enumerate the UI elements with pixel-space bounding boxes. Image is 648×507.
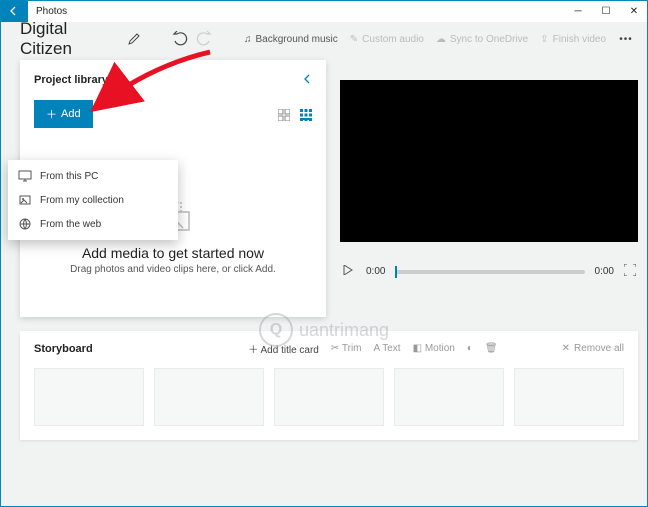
plus-icon: ＋ xyxy=(248,345,258,356)
menu-from-this-pc[interactable]: From this PC xyxy=(8,164,178,188)
view-large-button[interactable] xyxy=(278,108,290,120)
pencil-icon xyxy=(127,32,141,46)
add-menu: From this PC From my collection From the… xyxy=(8,160,178,240)
play-button[interactable] xyxy=(340,265,356,278)
trim-icon: ✂ xyxy=(331,343,339,354)
empty-title: Add media to get started now xyxy=(34,245,312,261)
audio-icon: ✎ xyxy=(350,34,358,45)
add-button[interactable]: ＋ Add xyxy=(34,100,93,128)
video-preview[interactable] xyxy=(340,80,638,242)
undo-button[interactable] xyxy=(170,28,190,50)
images-icon xyxy=(18,194,32,206)
add-label: Add xyxy=(61,108,81,120)
undo-icon xyxy=(172,31,188,47)
storyboard-slot[interactable] xyxy=(154,368,264,426)
project-title: Digital Citizen xyxy=(20,19,122,59)
more-button[interactable]: ••• xyxy=(616,28,636,50)
grid-2x2-icon xyxy=(278,109,290,121)
time-total: 0:00 xyxy=(595,266,614,277)
finish-video-button[interactable]: ⇪ Finish video xyxy=(534,34,612,45)
trash-icon: 🗑 xyxy=(485,343,498,354)
library-heading: Project library xyxy=(34,74,108,86)
play-icon xyxy=(343,265,353,275)
finish-label: Finish video xyxy=(553,34,606,45)
plus-icon: ＋ xyxy=(46,106,57,122)
motion-icon: ◧ xyxy=(413,343,422,354)
cloud-icon: ☁ xyxy=(436,34,446,45)
custom-audio-label: Custom audio xyxy=(362,34,424,45)
storyboard-slot[interactable] xyxy=(274,368,384,426)
add-title-card-label: Add title card xyxy=(261,345,319,356)
storyboard-panel: Storyboard ＋ Add title card ✂ Trim A Tex… xyxy=(20,331,638,440)
delete-button[interactable]: 🗑 xyxy=(485,343,498,354)
motion-button[interactable]: ◧ Motion xyxy=(413,343,455,354)
redo-button[interactable] xyxy=(194,28,214,50)
close-button[interactable]: ✕ xyxy=(620,0,648,22)
sync-onedrive-button[interactable]: ☁ Sync to OneDrive xyxy=(430,34,534,45)
custom-audio-button[interactable]: ✎ Custom audio xyxy=(344,34,430,45)
text-icon: A xyxy=(374,343,380,354)
add-title-card-button[interactable]: ＋ Add title card xyxy=(248,341,319,356)
from-pc-label: From this PC xyxy=(40,171,98,182)
menu-from-the-web[interactable]: From the web xyxy=(8,212,178,236)
remove-all-button[interactable]: ✕ Remove all xyxy=(562,343,624,354)
view-small-button[interactable] xyxy=(300,108,312,120)
collapse-button[interactable] xyxy=(302,72,312,88)
rename-button[interactable] xyxy=(124,28,144,50)
trim-button[interactable]: ✂ Trim xyxy=(331,343,362,354)
maximize-button[interactable]: ☐ xyxy=(592,0,620,22)
empty-sub: Drag photos and video clips here, or cli… xyxy=(34,264,312,275)
preview-panel: 0:00 0:00 xyxy=(340,60,638,317)
remove-all-label: Remove all xyxy=(574,343,624,354)
fullscreen-icon xyxy=(624,264,636,276)
from-collection-label: From my collection xyxy=(40,195,124,206)
globe-icon xyxy=(18,218,32,230)
sync-label: Sync to OneDrive xyxy=(450,34,528,45)
monitor-icon xyxy=(18,170,32,182)
redo-icon xyxy=(196,31,212,47)
seek-bar[interactable] xyxy=(395,270,584,274)
filter-icon: ◐ xyxy=(467,343,473,354)
arrow-left-icon xyxy=(8,5,20,17)
toolbar: Digital Citizen ♫ Background music ✎ Cus… xyxy=(0,22,648,56)
storyboard-title: Storyboard xyxy=(34,343,93,355)
bg-music-label: Background music xyxy=(256,34,338,45)
storyboard-slot[interactable] xyxy=(34,368,144,426)
from-web-label: From the web xyxy=(40,219,101,230)
text-button[interactable]: A Text xyxy=(374,343,401,354)
project-library-panel: Project library ＋ Add Fro xyxy=(20,60,326,317)
background-music-button[interactable]: ♫ Background music xyxy=(238,34,344,45)
export-icon: ⇪ xyxy=(540,34,548,45)
chevron-left-icon xyxy=(302,73,312,85)
close-icon: ✕ xyxy=(562,343,570,354)
music-icon: ♫ xyxy=(244,34,252,45)
fullscreen-button[interactable] xyxy=(624,264,638,279)
window-title: Photos xyxy=(28,6,564,17)
minimize-button[interactable]: ─ xyxy=(564,0,592,22)
menu-from-my-collection[interactable]: From my collection xyxy=(8,188,178,212)
grid-3x3-icon xyxy=(300,109,312,121)
filters-button[interactable]: ◐ xyxy=(467,343,473,354)
time-current: 0:00 xyxy=(366,266,385,277)
storyboard-slot[interactable] xyxy=(514,368,624,426)
storyboard-slot[interactable] xyxy=(394,368,504,426)
